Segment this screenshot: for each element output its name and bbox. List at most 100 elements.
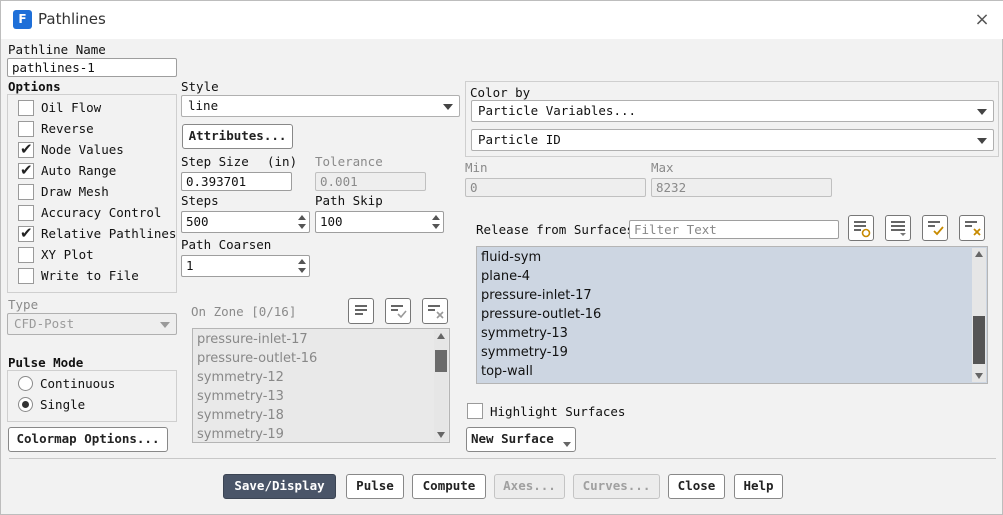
steps-spinner[interactable]: 500 — [181, 211, 310, 233]
check-icon: ✔ — [20, 161, 33, 179]
oil-flow-checkbox[interactable] — [18, 100, 34, 116]
deselect-all-icon[interactable] — [959, 215, 985, 241]
color-by-variable-dropdown[interactable]: Particle ID — [471, 129, 994, 151]
list-item[interactable]: symmetry-13 — [197, 389, 284, 404]
style-dropdown[interactable]: line — [181, 95, 460, 117]
pulse-mode-label: Pulse Mode — [8, 355, 84, 370]
list-item[interactable]: symmetry-18 — [197, 408, 284, 423]
relative-pathlines-checkbox[interactable]: ✔ — [18, 224, 34, 242]
select-checked-icon[interactable] — [922, 215, 948, 241]
close-button[interactable]: Close — [668, 474, 725, 499]
scroll-down-icon[interactable] — [437, 432, 445, 438]
new-surface-button[interactable]: New Surface — [466, 427, 576, 452]
colormap-options-button[interactable]: Colormap Options... — [8, 427, 168, 452]
list-item[interactable]: pressure-outlet-16 — [481, 307, 601, 322]
style-value: line — [188, 98, 219, 113]
filter-text-input[interactable]: Filter Text — [629, 220, 839, 239]
pathlines-dialog: F Pathlines × Pathline Name pathlines-1 … — [0, 0, 1003, 515]
min-input: 0 — [465, 178, 646, 197]
reverse-checkbox[interactable] — [18, 121, 34, 137]
accuracy-control-checkbox[interactable] — [18, 205, 34, 221]
scroll-up-icon[interactable] — [437, 333, 445, 339]
path-skip-value: 100 — [320, 214, 343, 229]
chevron-down-icon — [563, 442, 571, 447]
check-icon: ✔ — [20, 140, 33, 158]
oil-flow-label: Oil Flow — [41, 100, 102, 115]
list-item[interactable]: pressure-outlet-16 — [197, 351, 317, 366]
node-values-checkbox[interactable]: ✔ — [18, 140, 34, 158]
help-button[interactable]: Help — [734, 474, 783, 499]
chevron-down-icon — [977, 109, 987, 115]
steps-value: 500 — [186, 214, 209, 229]
options-group: Oil Flow Reverse ✔ Node Values ✔ Auto Ra… — [7, 94, 177, 293]
release-scrollbar[interactable] — [972, 248, 986, 382]
select-all-icon[interactable] — [348, 298, 374, 324]
steps-label: Steps — [181, 193, 219, 208]
scroll-up-icon[interactable] — [975, 251, 983, 257]
xy-plot-checkbox[interactable] — [18, 247, 34, 263]
type-value: CFD-Post — [14, 316, 75, 331]
on-zone-label: On Zone [0/16] — [191, 304, 297, 319]
on-zone-scrollbar[interactable] — [434, 330, 448, 441]
auto-range-checkbox[interactable]: ✔ — [18, 161, 34, 179]
down-arrow-icon[interactable] — [298, 224, 306, 229]
chevron-down-icon — [977, 138, 987, 144]
down-arrow-icon[interactable] — [432, 224, 440, 229]
up-arrow-icon[interactable] — [298, 215, 306, 220]
highlight-surfaces-checkbox[interactable] — [467, 403, 483, 419]
color-by-category-dropdown[interactable]: Particle Variables... — [471, 100, 994, 122]
new-surface-label: New Surface — [471, 431, 554, 446]
accuracy-control-label: Accuracy Control — [41, 205, 162, 220]
step-size-label: Step Size — [181, 154, 249, 169]
list-item[interactable]: symmetry-19 — [197, 427, 284, 442]
chevron-down-icon — [160, 322, 170, 328]
compute-button[interactable]: Compute — [412, 474, 486, 499]
list-item[interactable]: symmetry-19 — [481, 345, 568, 360]
tolerance-label: Tolerance — [315, 154, 383, 169]
list-item[interactable]: fluid-sym — [481, 250, 541, 265]
list-item[interactable]: symmetry-12 — [197, 370, 284, 385]
draw-mesh-label: Draw Mesh — [41, 184, 109, 199]
close-icon[interactable]: × — [971, 9, 993, 31]
scroll-thumb[interactable] — [435, 350, 447, 372]
select-all-icon[interactable] — [848, 215, 874, 241]
title-bar: F Pathlines × — [1, 1, 1003, 39]
pulse-button[interactable]: Pulse — [346, 474, 404, 499]
list-item[interactable]: pressure-inlet-17 — [481, 288, 592, 303]
color-by-category-value: Particle Variables... — [478, 103, 637, 118]
step-size-unit: (in) — [267, 154, 298, 169]
single-radio[interactable] — [18, 397, 33, 412]
write-to-file-checkbox[interactable] — [18, 268, 34, 284]
draw-mesh-checkbox[interactable] — [18, 184, 34, 200]
path-skip-spinner[interactable]: 100 — [315, 211, 444, 233]
scroll-thumb[interactable] — [973, 316, 985, 364]
release-surfaces-list[interactable]: fluid-sym plane-4 pressure-inlet-17 pres… — [476, 246, 988, 384]
on-zone-list[interactable]: pressure-inlet-17 pressure-outlet-16 sym… — [192, 328, 450, 443]
up-arrow-icon[interactable] — [298, 259, 306, 264]
path-coarsen-spinner[interactable]: 1 — [181, 255, 310, 277]
list-item[interactable]: symmetry-13 — [481, 326, 568, 341]
select-list-icon[interactable] — [885, 215, 911, 241]
tolerance-input: 0.001 — [315, 172, 426, 191]
step-size-input[interactable]: 0.393701 — [181, 172, 292, 191]
path-skip-label: Path Skip — [315, 193, 383, 208]
deselect-all-icon[interactable] — [422, 298, 448, 324]
pathline-name-input[interactable]: pathlines-1 — [7, 58, 177, 77]
path-coarsen-label: Path Coarsen — [181, 237, 272, 252]
list-item[interactable]: top-wall — [481, 364, 533, 379]
down-arrow-icon[interactable] — [298, 268, 306, 273]
single-label: Single — [40, 397, 86, 412]
list-item[interactable]: plane-4 — [481, 269, 530, 284]
xy-plot-label: XY Plot — [41, 247, 94, 262]
up-arrow-icon[interactable] — [432, 215, 440, 220]
scroll-down-icon[interactable] — [975, 373, 983, 379]
list-item[interactable]: pressure-inlet-17 — [197, 332, 308, 347]
chevron-down-icon — [443, 104, 453, 110]
type-label: Type — [8, 297, 39, 312]
pulse-mode-group: Continuous Single — [7, 370, 177, 422]
color-by-label: Color by — [470, 85, 531, 100]
continuous-radio[interactable] — [18, 376, 33, 391]
attributes-button[interactable]: Attributes... — [182, 124, 293, 149]
select-checked-icon[interactable] — [385, 298, 411, 324]
save-display-button[interactable]: Save/Display — [223, 474, 336, 499]
